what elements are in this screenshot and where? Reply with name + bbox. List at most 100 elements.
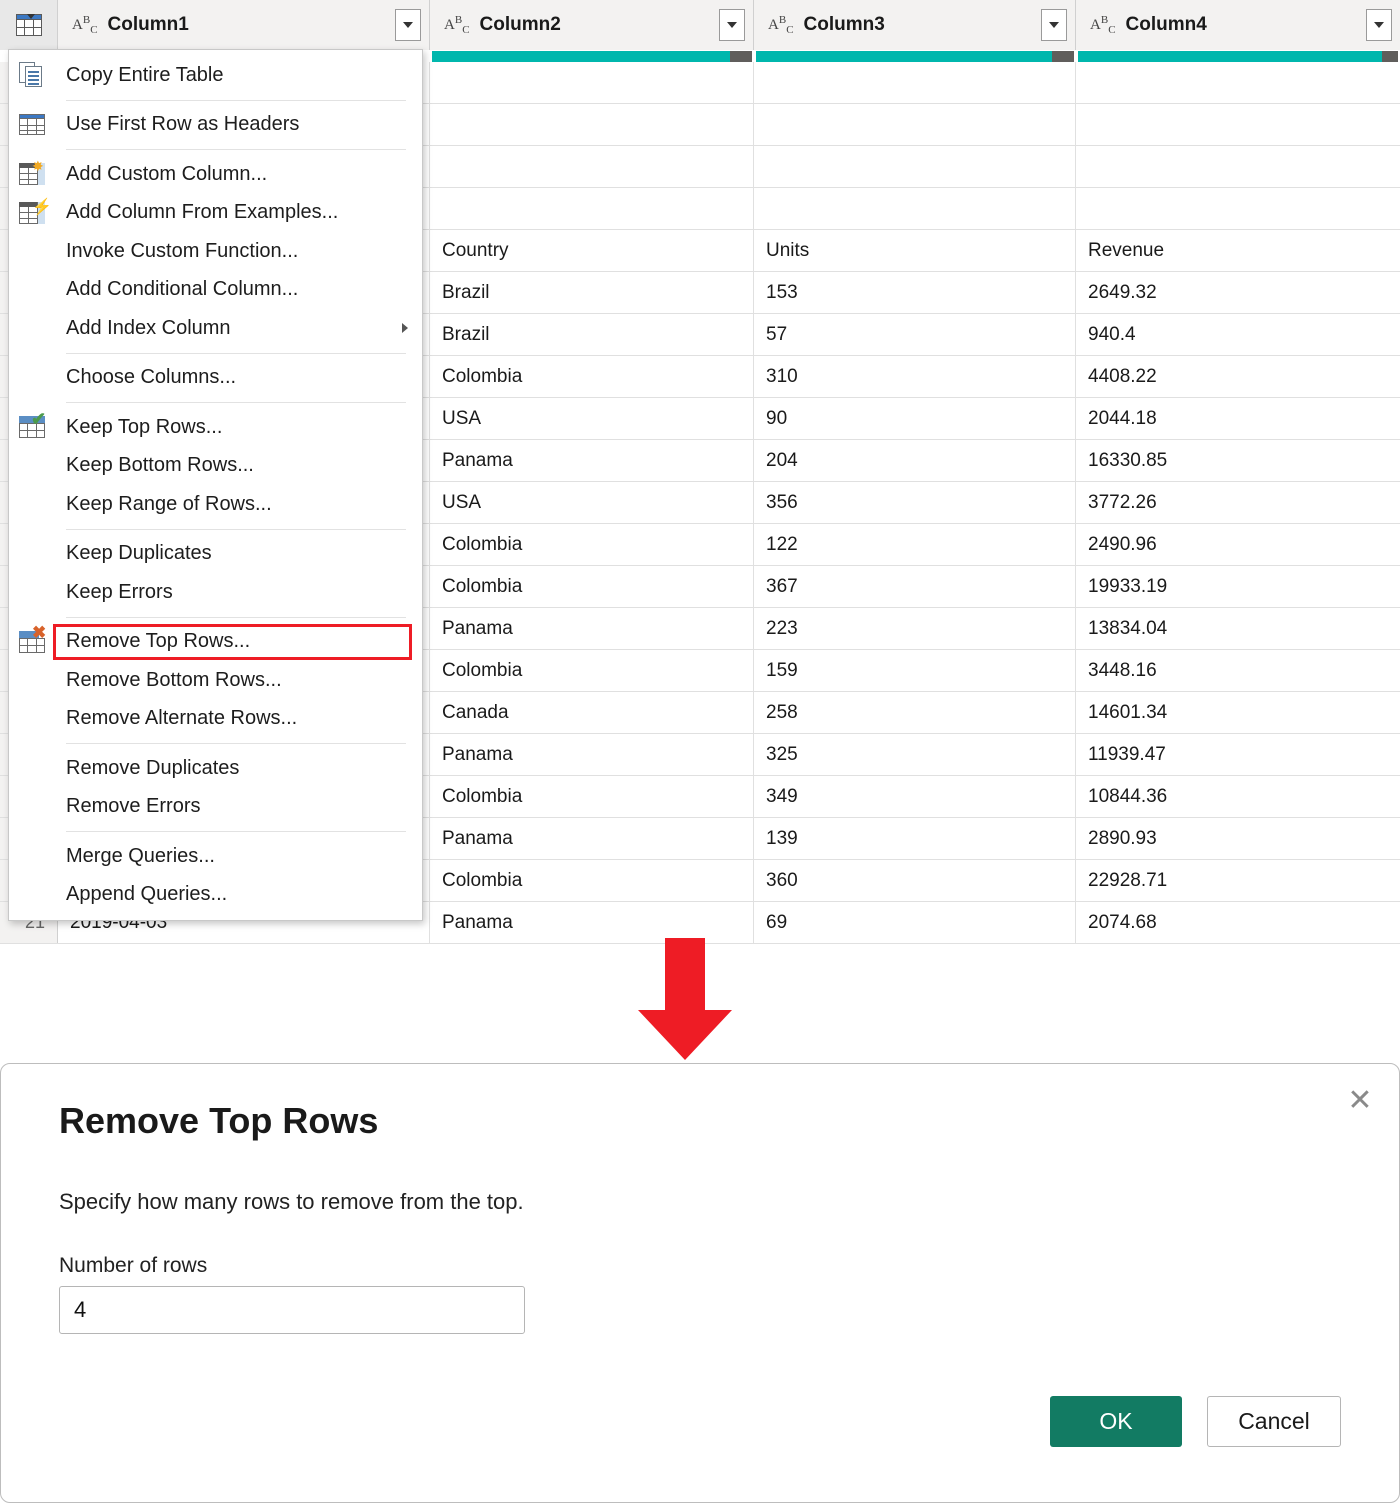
table-cell[interactable]: Panama (430, 608, 754, 649)
table-cell[interactable]: 2074.68 (1076, 902, 1400, 943)
ok-button[interactable]: OK (1050, 1396, 1182, 1447)
table-cell[interactable]: 204 (754, 440, 1076, 481)
table-cell[interactable]: 16330.85 (1076, 440, 1400, 481)
table-cell[interactable]: USA (430, 398, 754, 439)
table-cell[interactable]: 14601.34 (1076, 692, 1400, 733)
table-cell[interactable]: 19933.19 (1076, 566, 1400, 607)
menu-item-keep-errors[interactable]: Keep Errors (9, 573, 422, 612)
column1-filter-button[interactable] (395, 9, 421, 41)
table-cell[interactable] (754, 188, 1076, 229)
number-of-rows-input[interactable] (59, 1286, 525, 1334)
table-cell[interactable]: 159 (754, 650, 1076, 691)
table-cell[interactable]: Brazil (430, 272, 754, 313)
table-cell[interactable]: 139 (754, 818, 1076, 859)
table-cell[interactable]: Colombia (430, 524, 754, 565)
menu-item-keep-duplicates[interactable]: Keep Duplicates (9, 535, 422, 574)
table-cell[interactable]: 3448.16 (1076, 650, 1400, 691)
column-header-column3[interactable]: ABC Column3 (754, 0, 1076, 50)
column-header-column1[interactable]: ABC Column1 (58, 0, 430, 50)
menu-item-add-index-column[interactable]: Add Index Column (9, 309, 422, 348)
table-cell[interactable] (754, 104, 1076, 145)
table-cell[interactable]: 13834.04 (1076, 608, 1400, 649)
menu-item-keep-top-rows[interactable]: ✔Keep Top Rows... (9, 408, 422, 447)
quality-valid-segment (1078, 51, 1382, 62)
table-cell[interactable]: Colombia (430, 860, 754, 901)
table-cell[interactable]: Panama (430, 734, 754, 775)
table-cell[interactable]: 367 (754, 566, 1076, 607)
table-cell[interactable]: Units (754, 230, 1076, 271)
menu-item-remove-bottom-rows[interactable]: Remove Bottom Rows... (9, 661, 422, 700)
menu-item-keep-bottom-rows[interactable]: Keep Bottom Rows... (9, 447, 422, 486)
table-cell[interactable]: Colombia (430, 356, 754, 397)
table-cell[interactable]: 940.4 (1076, 314, 1400, 355)
menu-item-remove-duplicates[interactable]: Remove Duplicates (9, 749, 422, 788)
table-cell[interactable]: Panama (430, 440, 754, 481)
table-cell[interactable]: 10844.36 (1076, 776, 1400, 817)
column-header-column2[interactable]: ABC Column2 (430, 0, 754, 50)
dialog-title: Remove Top Rows (59, 1100, 378, 1142)
table-cell[interactable]: Panama (430, 902, 754, 943)
column4-filter-button[interactable] (1366, 9, 1392, 41)
menu-item-add-custom-column[interactable]: ✸Add Custom Column... (9, 155, 422, 194)
table-cell[interactable]: 57 (754, 314, 1076, 355)
table-cell[interactable]: 2490.96 (1076, 524, 1400, 565)
cancel-button[interactable]: Cancel (1207, 1396, 1341, 1447)
table-cell[interactable] (1076, 104, 1400, 145)
menu-item-use-first-row-as-headers[interactable]: Use First Row as Headers (9, 106, 422, 145)
menu-item-remove-alternate-rows[interactable]: Remove Alternate Rows... (9, 700, 422, 739)
table-cell[interactable]: 349 (754, 776, 1076, 817)
table-cell[interactable]: Panama (430, 818, 754, 859)
table-cell[interactable] (430, 146, 754, 187)
table-cell[interactable]: 22928.71 (1076, 860, 1400, 901)
table-cell[interactable]: 356 (754, 482, 1076, 523)
table-cell[interactable]: 153 (754, 272, 1076, 313)
table-cell[interactable]: 223 (754, 608, 1076, 649)
table-cell[interactable]: 11939.47 (1076, 734, 1400, 775)
table-cell[interactable]: 2649.32 (1076, 272, 1400, 313)
table-cell[interactable] (430, 62, 754, 103)
menu-item-remove-top-rows[interactable]: ✖Remove Top Rows... (9, 623, 422, 662)
menu-item-add-column-from-examples[interactable]: ⚡Add Column From Examples... (9, 194, 422, 233)
close-icon[interactable]: ✕ (1341, 1082, 1379, 1120)
column-header-row: ABC Column1 ABC Column2 ABC Column3 ABC … (0, 0, 1400, 50)
table-cell[interactable]: 310 (754, 356, 1076, 397)
column-header-column4[interactable]: ABC Column4 (1076, 0, 1400, 50)
column3-filter-button[interactable] (1041, 9, 1067, 41)
column2-filter-button[interactable] (719, 9, 745, 41)
table-options-button[interactable] (0, 0, 58, 50)
table-cell[interactable] (1076, 188, 1400, 229)
table-cell[interactable]: Canada (430, 692, 754, 733)
table-cell[interactable]: Colombia (430, 566, 754, 607)
table-cell[interactable]: 2044.18 (1076, 398, 1400, 439)
table-cell[interactable] (430, 104, 754, 145)
menu-item-append-queries[interactable]: Append Queries... (9, 876, 422, 915)
table-cell[interactable]: 69 (754, 902, 1076, 943)
menu-item-add-conditional-column[interactable]: Add Conditional Column... (9, 271, 422, 310)
table-cell[interactable]: 258 (754, 692, 1076, 733)
menu-item-choose-columns[interactable]: Choose Columns... (9, 359, 422, 398)
table-cell[interactable]: 3772.26 (1076, 482, 1400, 523)
table-cell[interactable]: Colombia (430, 776, 754, 817)
table-cell[interactable] (754, 146, 1076, 187)
table-cell[interactable]: 90 (754, 398, 1076, 439)
menu-separator (66, 743, 406, 744)
menu-item-merge-queries[interactable]: Merge Queries... (9, 837, 422, 876)
menu-item-remove-errors[interactable]: Remove Errors (9, 788, 422, 827)
table-cell[interactable]: Country (430, 230, 754, 271)
table-cell[interactable] (1076, 62, 1400, 103)
table-cell[interactable]: Brazil (430, 314, 754, 355)
table-cell[interactable]: Revenue (1076, 230, 1400, 271)
table-cell[interactable]: 122 (754, 524, 1076, 565)
table-cell[interactable]: 2890.93 (1076, 818, 1400, 859)
table-cell[interactable] (1076, 146, 1400, 187)
table-cell[interactable] (754, 62, 1076, 103)
table-cell[interactable]: 325 (754, 734, 1076, 775)
menu-item-invoke-custom-function[interactable]: Invoke Custom Function... (9, 232, 422, 271)
menu-item-copy-entire-table[interactable]: Copy Entire Table (9, 56, 422, 95)
table-cell[interactable]: Colombia (430, 650, 754, 691)
table-cell[interactable] (430, 188, 754, 229)
table-cell[interactable]: 4408.22 (1076, 356, 1400, 397)
table-cell[interactable]: USA (430, 482, 754, 523)
menu-item-keep-range-of-rows[interactable]: Keep Range of Rows... (9, 485, 422, 524)
table-cell[interactable]: 360 (754, 860, 1076, 901)
